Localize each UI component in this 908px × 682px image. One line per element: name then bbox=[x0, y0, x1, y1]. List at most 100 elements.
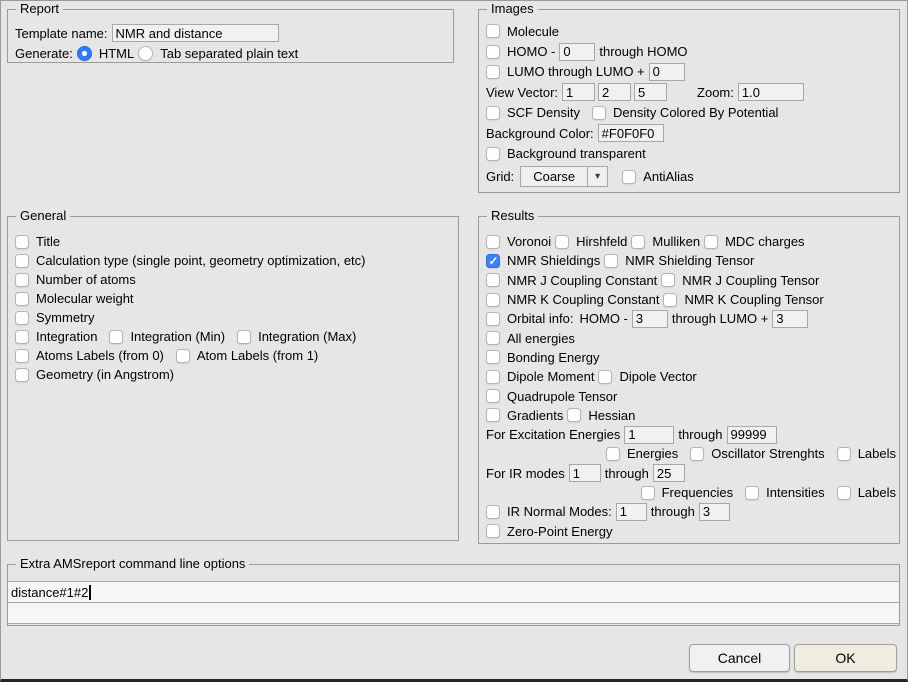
view-vector-label: View Vector: bbox=[486, 85, 558, 100]
hirshfeld-label: Hirshfeld bbox=[576, 234, 627, 249]
nmr-k-coupling-constant-checkbox[interactable] bbox=[486, 293, 500, 307]
generate-plain-text-label: Tab separated plain text bbox=[160, 46, 298, 61]
dipole-row: Dipole Moment Dipole Vector bbox=[479, 367, 899, 386]
integration-min-checkbox[interactable] bbox=[109, 330, 123, 344]
integration-max-checkbox[interactable] bbox=[237, 330, 251, 344]
excitation-energies-checkbox[interactable] bbox=[606, 447, 620, 461]
ir-normal-modes-to-input[interactable]: 3 bbox=[699, 503, 730, 521]
oscillator-strenghts-checkbox[interactable] bbox=[690, 447, 704, 461]
orbital-lumo-input[interactable]: 3 bbox=[772, 310, 808, 328]
grid-label: Grid: bbox=[486, 169, 514, 184]
intensities-checkbox[interactable] bbox=[745, 486, 759, 500]
nmr-k-coupling-constant-label: NMR K Coupling Constant bbox=[507, 292, 659, 307]
excitation-labels-checkbox[interactable] bbox=[837, 447, 851, 461]
gradients-checkbox[interactable] bbox=[486, 408, 500, 422]
symmetry-checkbox[interactable] bbox=[15, 311, 29, 325]
ir-normal-modes-from-input[interactable]: 1 bbox=[616, 503, 647, 521]
extra-options-group-title: Extra AMSreport command line options bbox=[16, 556, 249, 572]
dipole-vector-checkbox[interactable] bbox=[598, 370, 612, 384]
excitation-from-input[interactable]: 1 bbox=[624, 426, 674, 444]
title-checkbox[interactable] bbox=[15, 235, 29, 249]
bonding-energy-checkbox[interactable] bbox=[486, 350, 500, 364]
molecular-weight-checkbox[interactable] bbox=[15, 292, 29, 306]
atoms-labels-from-0-checkbox[interactable] bbox=[15, 349, 29, 363]
geometry-checkbox[interactable] bbox=[15, 368, 29, 382]
all-energies-label: All energies bbox=[507, 331, 575, 346]
extra-options-text: distance#1#2 bbox=[11, 585, 88, 600]
background-color-input[interactable]: #F0F0F0 bbox=[598, 124, 664, 142]
orbital-info-checkbox[interactable] bbox=[486, 312, 500, 326]
scf-density-checkbox[interactable] bbox=[486, 106, 500, 120]
view-vector-y-input[interactable]: 2 bbox=[598, 83, 631, 101]
mdc-charges-checkbox[interactable] bbox=[704, 235, 718, 249]
generate-plain-text-radio[interactable] bbox=[138, 46, 153, 61]
extra-options-input[interactable]: distance#1#2 bbox=[8, 582, 899, 603]
lumo-checkbox[interactable] bbox=[486, 65, 500, 79]
calculation-type-checkbox[interactable] bbox=[15, 254, 29, 268]
number-of-atoms-label: Number of atoms bbox=[36, 272, 136, 287]
results-group: Results Voronoi Hirshfeld Mulliken MDC c… bbox=[478, 216, 900, 544]
nmr-shieldings-checkbox[interactable] bbox=[486, 254, 500, 268]
calculation-type-row: Calculation type (single point, geometry… bbox=[8, 251, 458, 270]
nmr-k-coupling-tensor-checkbox[interactable] bbox=[663, 293, 677, 307]
excitation-to-input[interactable]: 99999 bbox=[727, 426, 777, 444]
homo-row: HOMO - 0 through HOMO bbox=[479, 41, 899, 61]
lumo-offset-input[interactable]: 0 bbox=[649, 63, 685, 81]
zero-point-energy-checkbox[interactable] bbox=[486, 524, 500, 538]
background-transparent-label: Background transparent bbox=[507, 146, 646, 161]
dipole-moment-checkbox[interactable] bbox=[486, 370, 500, 384]
view-vector-row: View Vector: 1 2 5 Zoom: 1.0 bbox=[479, 82, 899, 102]
intensities-label: Intensities bbox=[766, 485, 825, 500]
ir-labels-checkbox[interactable] bbox=[837, 486, 851, 500]
molecule-label: Molecule bbox=[507, 24, 559, 39]
grid-dropdown[interactable]: Coarse ▾ bbox=[520, 166, 608, 187]
generate-html-radio[interactable] bbox=[77, 46, 92, 61]
ir-modes-from-input[interactable]: 1 bbox=[569, 464, 601, 482]
integration-max-label: Integration (Max) bbox=[258, 329, 356, 344]
background-transparent-checkbox[interactable] bbox=[486, 147, 500, 161]
ir-modes-through-label: through bbox=[605, 466, 649, 481]
quadrupole-row: Quadrupole Tensor bbox=[479, 386, 899, 405]
excitation-energies-label: For Excitation Energies bbox=[486, 427, 620, 442]
nmr-j-coupling-tensor-checkbox[interactable] bbox=[661, 273, 675, 287]
integration-row: Integration Integration (Min) Integratio… bbox=[8, 327, 458, 346]
antialias-checkbox[interactable] bbox=[622, 170, 636, 184]
atom-labels-from-1-checkbox[interactable] bbox=[176, 349, 190, 363]
extra-options-input-line-2[interactable] bbox=[8, 603, 899, 624]
ir-normal-modes-checkbox[interactable] bbox=[486, 505, 500, 519]
orbital-homo-input[interactable]: 3 bbox=[632, 310, 668, 328]
zero-point-energy-row: Zero-Point Energy bbox=[479, 521, 899, 540]
quadrupole-tensor-checkbox[interactable] bbox=[486, 389, 500, 403]
homo-offset-input[interactable]: 0 bbox=[559, 43, 595, 61]
template-name-input[interactable]: NMR and distance bbox=[112, 24, 279, 42]
molecule-checkbox[interactable] bbox=[486, 24, 500, 38]
density-colored-checkbox[interactable] bbox=[592, 106, 606, 120]
extra-options-group: Extra AMSreport command line options dis… bbox=[7, 564, 900, 626]
nmr-shielding-tensor-checkbox[interactable] bbox=[604, 254, 618, 268]
voronoi-label: Voronoi bbox=[507, 234, 551, 249]
cancel-button[interactable]: Cancel bbox=[689, 644, 790, 672]
nmr-j-coupling-constant-checkbox[interactable] bbox=[486, 273, 500, 287]
ok-button[interactable]: OK bbox=[794, 644, 897, 672]
all-energies-checkbox[interactable] bbox=[486, 331, 500, 345]
template-name-row: Template name: NMR and distance bbox=[8, 23, 453, 43]
homo-checkbox[interactable] bbox=[486, 45, 500, 59]
symmetry-row: Symmetry bbox=[8, 308, 458, 327]
title-label: Title bbox=[36, 234, 60, 249]
gradients-label: Gradients bbox=[507, 408, 563, 423]
mulliken-checkbox[interactable] bbox=[631, 235, 645, 249]
calculation-type-label: Calculation type (single point, geometry… bbox=[36, 253, 366, 268]
hirshfeld-checkbox[interactable] bbox=[555, 235, 569, 249]
ir-modes-to-input[interactable]: 25 bbox=[653, 464, 685, 482]
integration-checkbox[interactable] bbox=[15, 330, 29, 344]
frequencies-checkbox[interactable] bbox=[641, 486, 655, 500]
number-of-atoms-checkbox[interactable] bbox=[15, 273, 29, 287]
view-vector-x-input[interactable]: 1 bbox=[562, 83, 595, 101]
zoom-input[interactable]: 1.0 bbox=[738, 83, 804, 101]
view-vector-z-input[interactable]: 5 bbox=[634, 83, 667, 101]
hessian-checkbox[interactable] bbox=[567, 408, 581, 422]
ir-options-row: Frequencies Intensities Labels bbox=[479, 483, 899, 502]
quadrupole-tensor-label: Quadrupole Tensor bbox=[507, 389, 617, 404]
lumo-pre-label: LUMO through LUMO + bbox=[507, 64, 645, 79]
voronoi-checkbox[interactable] bbox=[486, 235, 500, 249]
